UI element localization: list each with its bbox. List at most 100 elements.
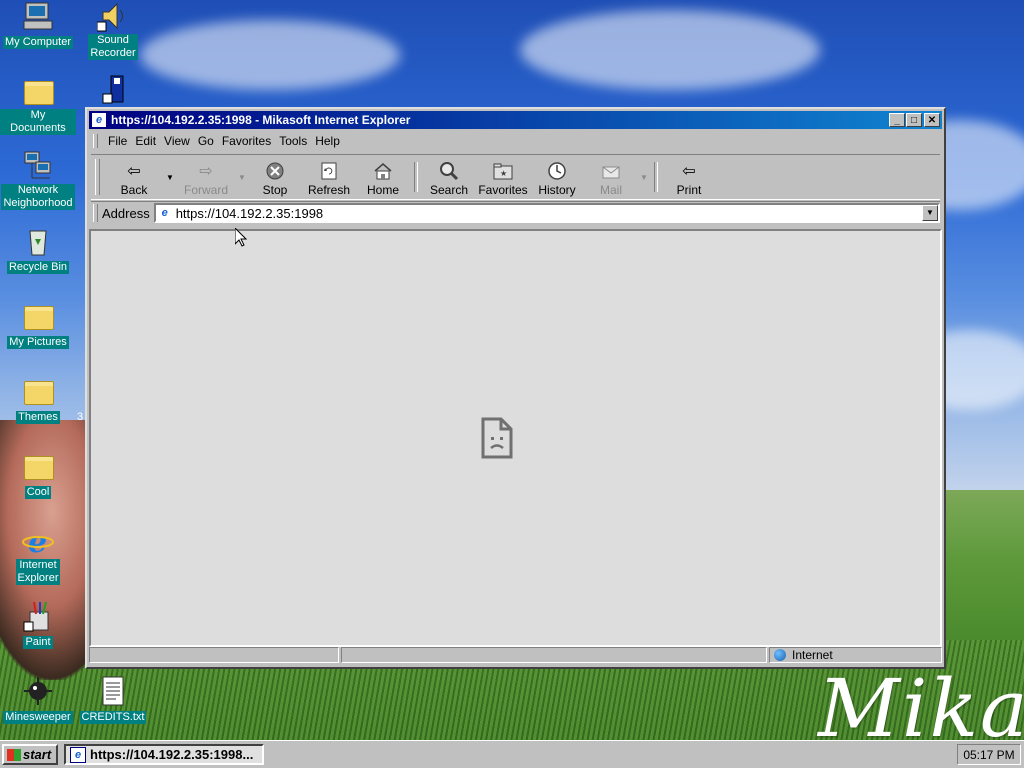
maximize-button[interactable]: □ bbox=[906, 113, 922, 127]
window-title: https://104.192.2.35:1998 - Mikasoft Int… bbox=[111, 113, 411, 127]
menu-bar: File Edit View Go Favorites Tools Help bbox=[91, 132, 940, 150]
desktop-icon-label: Internet Explorer bbox=[15, 559, 61, 585]
favorites-button[interactable]: ★ Favorites bbox=[476, 157, 530, 197]
text-file-icon bbox=[97, 675, 129, 707]
menu-help[interactable]: Help bbox=[311, 134, 344, 148]
status-zone-label: Internet bbox=[792, 648, 833, 662]
mail-button[interactable]: Mail bbox=[584, 157, 638, 197]
desktop-icon-label: Cool bbox=[24, 486, 52, 499]
recycle-bin-icon bbox=[22, 225, 54, 257]
desktop-icon-label: My Documents bbox=[0, 109, 76, 135]
desktop-icon-shortcut[interactable] bbox=[75, 74, 151, 108]
mail-label: Mail bbox=[599, 183, 622, 197]
desktop-icon-cool[interactable]: Cool bbox=[0, 450, 76, 499]
desktop-icon-label: Recycle Bin bbox=[6, 261, 70, 274]
home-label: Home bbox=[366, 183, 399, 197]
window-titlebar[interactable]: e https://104.192.2.35:1998 - Mikasoft I… bbox=[89, 111, 942, 129]
paint-icon bbox=[22, 600, 54, 632]
globe-icon bbox=[774, 649, 786, 661]
desktop-icon-themes[interactable]: Themes bbox=[0, 375, 76, 424]
desktop-icon-my-documents[interactable]: My Documents bbox=[0, 75, 76, 135]
history-icon bbox=[547, 161, 567, 181]
mail-dropdown[interactable]: ▼ bbox=[638, 157, 650, 197]
forward-dropdown[interactable]: ▼ bbox=[236, 157, 248, 197]
back-dropdown[interactable]: ▼ bbox=[164, 157, 176, 197]
print-button[interactable]: ⇦ Print bbox=[662, 157, 716, 197]
desktop-icon-credits[interactable]: CREDITS.txt bbox=[75, 675, 151, 724]
minesweeper-icon bbox=[22, 675, 54, 707]
browser-window[interactable]: e https://104.192.2.35:1998 - Mikasoft I… bbox=[85, 107, 946, 669]
network-icon bbox=[22, 150, 54, 182]
menu-edit[interactable]: Edit bbox=[131, 134, 160, 148]
search-button[interactable]: Search bbox=[422, 157, 476, 197]
address-value[interactable]: https://104.192.2.35:1998 bbox=[176, 206, 323, 221]
partial-icon-label: 3 bbox=[77, 411, 84, 423]
minimize-button[interactable]: _ bbox=[889, 113, 905, 127]
back-label: Back bbox=[120, 183, 148, 197]
menu-tools[interactable]: Tools bbox=[275, 134, 311, 148]
status-progress-pane bbox=[341, 647, 767, 663]
menubar-grip[interactable] bbox=[93, 134, 98, 148]
address-label: Address bbox=[102, 205, 150, 221]
desktop-icon-my-pictures[interactable]: My Pictures bbox=[0, 300, 76, 349]
forward-button[interactable]: ⇨ Forward bbox=[176, 157, 236, 197]
taskbar-item-label: https://104.192.2.35:1998... bbox=[90, 747, 254, 762]
home-icon bbox=[373, 161, 393, 181]
desktop-icon-network-neighborhood[interactable]: Network Neighborhood bbox=[0, 150, 76, 210]
ie-icon: e bbox=[70, 746, 86, 763]
desktop-icon-label: Themes bbox=[16, 411, 60, 424]
desktop-icon-label: Sound Recorder bbox=[88, 34, 138, 60]
history-button[interactable]: History bbox=[530, 157, 584, 197]
back-button[interactable]: ⇦ Back bbox=[104, 157, 164, 197]
desktop-icon-paint[interactable]: Paint bbox=[0, 600, 76, 649]
desktop-icon-internet-explorer[interactable]: e Internet Explorer bbox=[0, 525, 76, 585]
toolbar-separator bbox=[414, 162, 418, 192]
desktop-icon-recycle-bin[interactable]: Recycle Bin bbox=[0, 225, 76, 274]
desktop-icon-sound-recorder[interactable]: Sound Recorder bbox=[75, 0, 151, 60]
toolbar-grip[interactable] bbox=[95, 159, 100, 195]
my-computer-icon bbox=[22, 0, 54, 32]
stop-button[interactable]: Stop bbox=[248, 157, 302, 197]
ie-icon: e bbox=[91, 112, 107, 128]
start-button[interactable]: start bbox=[2, 744, 58, 765]
wallpaper-cloud bbox=[140, 20, 400, 90]
status-zone-pane: Internet bbox=[769, 647, 942, 663]
address-input[interactable]: e https://104.192.2.35:1998 ▼ bbox=[153, 203, 940, 223]
windows-logo-icon bbox=[7, 748, 21, 761]
sound-recorder-icon bbox=[96, 0, 129, 32]
status-text-pane bbox=[89, 647, 339, 663]
page-content[interactable] bbox=[89, 229, 942, 647]
refresh-button[interactable]: Refresh bbox=[302, 157, 356, 197]
desktop-icon-my-computer[interactable]: My Computer bbox=[0, 0, 76, 49]
desktop-icon-label: CREDITS.txt bbox=[79, 711, 147, 724]
desktop-icon-minesweeper[interactable]: Minesweeper bbox=[0, 675, 76, 724]
addressbar-grip[interactable] bbox=[93, 204, 98, 222]
close-button[interactable]: ✕ bbox=[924, 113, 940, 127]
taskbar: start e https://104.192.2.35:1998... 05:… bbox=[0, 740, 1024, 768]
forward-label: Forward bbox=[183, 183, 228, 197]
menu-favorites[interactable]: Favorites bbox=[218, 134, 275, 148]
ie-icon: e bbox=[22, 525, 54, 560]
home-button[interactable]: Home bbox=[356, 157, 410, 197]
folder-icon bbox=[22, 375, 54, 407]
page-icon: e bbox=[161, 207, 168, 219]
taskbar-item-browser[interactable]: e https://104.192.2.35:1998... bbox=[64, 744, 264, 765]
menu-file[interactable]: File bbox=[104, 134, 131, 148]
menu-go[interactable]: Go bbox=[194, 134, 218, 148]
address-bar: Address e https://104.192.2.35:1998 ▼ bbox=[91, 201, 940, 224]
menu-view[interactable]: View bbox=[160, 134, 194, 148]
favorites-label: Favorites bbox=[478, 183, 528, 197]
desktop-icon-label: My Computer bbox=[2, 36, 74, 49]
address-dropdown-button[interactable]: ▼ bbox=[922, 205, 938, 221]
clock[interactable]: 05:17 PM bbox=[963, 748, 1014, 762]
desktop-icon-label: My Pictures bbox=[7, 336, 69, 349]
search-label: Search bbox=[429, 183, 469, 197]
folder-icon bbox=[22, 300, 54, 332]
toolbar-separator bbox=[654, 162, 658, 192]
stop-label: Stop bbox=[262, 183, 288, 197]
svg-text:★: ★ bbox=[500, 169, 507, 178]
search-icon bbox=[439, 161, 459, 181]
stop-icon bbox=[265, 161, 285, 181]
status-bar: Internet bbox=[89, 647, 942, 665]
svg-text:e: e bbox=[28, 525, 47, 557]
